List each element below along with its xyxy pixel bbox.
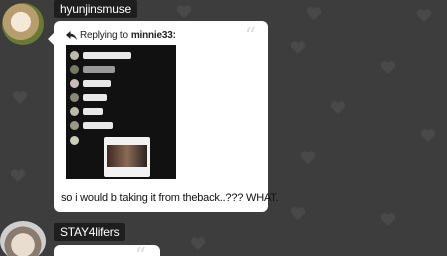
heart-icon (10, 169, 26, 182)
heart-icon (416, 9, 432, 22)
quote-icon: “ (135, 246, 146, 256)
heart-icon (300, 151, 316, 164)
username-tag[interactable]: hyunjinsmuse (54, 0, 137, 18)
heart-icon (330, 101, 346, 114)
heart-icon (290, 207, 306, 220)
message-bubble[interactable]: Replying to minnie33: “ so i would b tak… (48, 21, 279, 212)
heart-icon (306, 7, 322, 20)
heart-icon (190, 237, 206, 250)
heart-icon (176, 5, 192, 18)
message-bubble[interactable]: “ (54, 245, 160, 256)
heart-icon (420, 129, 436, 142)
reply-prefix: Replying to (80, 30, 128, 41)
heart-icon (380, 213, 396, 226)
quote-icon: “ (244, 24, 256, 49)
attached-screenshot[interactable] (66, 45, 176, 179)
avatar[interactable] (0, 221, 46, 256)
username-tag[interactable]: STAY4lifers (54, 223, 126, 241)
message-text: so i would b taking it from theback..???… (61, 192, 279, 204)
reply-arrow-icon (66, 31, 77, 40)
heart-icon (380, 61, 396, 74)
reply-header[interactable]: Replying to minnie33: (66, 30, 176, 41)
avatar[interactable] (2, 3, 44, 45)
heart-icon (290, 41, 306, 54)
shared-post-card (104, 137, 150, 177)
reply-username[interactable]: minnie33: (131, 30, 176, 41)
heart-icon (12, 91, 28, 104)
